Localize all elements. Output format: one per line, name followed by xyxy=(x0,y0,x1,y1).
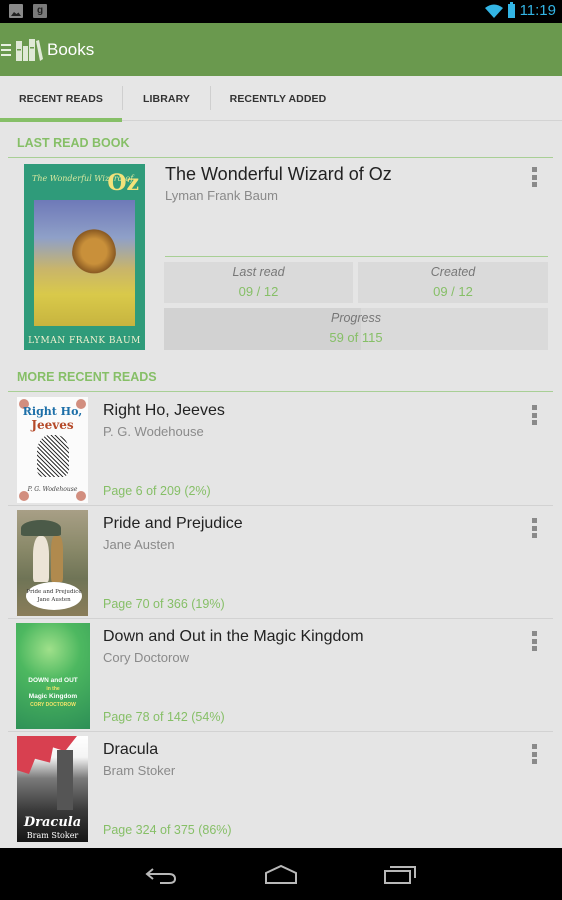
book-cover: Dracula Bram Stoker xyxy=(17,736,88,842)
cover-author: P. G. Wodehouse xyxy=(27,486,78,493)
last-read-book-title[interactable]: The Wonderful Wizard of Oz xyxy=(165,164,392,185)
recent-apps-icon[interactable] xyxy=(382,860,418,888)
book-author: Jane Austen xyxy=(103,537,175,552)
cover-title-line1: Right Ho, xyxy=(22,405,83,418)
battery-icon xyxy=(507,2,515,18)
cover-figure xyxy=(51,536,63,582)
last-read-section-header: LAST READ BOOK xyxy=(8,136,553,158)
cover-text: DOWN and OUT in the Magic Kingdom CORY D… xyxy=(18,677,88,709)
cover-title: Dracula xyxy=(23,815,82,830)
book-title: Right Ho, Jeeves xyxy=(103,402,225,419)
navigation-bar xyxy=(0,848,562,900)
cover-title-line1: DOWN and OUT xyxy=(28,677,78,684)
status-bar: g 11:19 xyxy=(0,0,562,23)
cover-title-line2: Jeeves xyxy=(31,418,74,432)
book-cover: Pride and Prejudice Jane Austen xyxy=(17,510,88,616)
cover-label: Pride and Prejudice Jane Austen xyxy=(26,582,82,610)
cover-author: Bram Stoker xyxy=(26,831,79,840)
cover-illustration xyxy=(34,200,135,326)
drawer-menu-icon[interactable] xyxy=(1,43,11,56)
cover-castle xyxy=(57,750,73,810)
recent-book-item[interactable]: Right Ho, Jeeves P. G. Wodehouse Right H… xyxy=(8,393,553,506)
action-bar: Books xyxy=(0,23,562,76)
book-progress: Page 6 of 209 (2%) xyxy=(103,484,211,498)
cover-title-line2: in the xyxy=(46,686,60,692)
recent-book-item[interactable]: DOWN and OUT in the Magic Kingdom CORY D… xyxy=(8,619,553,732)
tab-recent-reads[interactable]: RECENT READS xyxy=(0,76,122,122)
overflow-menu-icon[interactable] xyxy=(529,518,539,538)
cover-author: Jane Austen xyxy=(37,597,71,603)
app-title: Books xyxy=(47,39,95,59)
last-read-value: 09 / 12 xyxy=(238,284,279,299)
book-author: P. G. Wodehouse xyxy=(103,424,204,439)
lion-illustration xyxy=(72,228,116,280)
info-divider xyxy=(165,256,548,257)
cover-title-line3: Magic Kingdom xyxy=(28,693,78,700)
last-read-book-author: Lyman Frank Baum xyxy=(165,188,278,203)
created-value: 09 / 12 xyxy=(433,284,473,299)
books-app-logo-icon[interactable] xyxy=(15,37,43,63)
last-read-book-cover[interactable]: The Wonderful Wizard of Oz LYMAN FRANK B… xyxy=(24,164,145,350)
google-plus-icon: g xyxy=(33,4,47,18)
overflow-menu-icon[interactable] xyxy=(529,405,539,425)
tab-recently-added[interactable]: RECENTLY ADDED xyxy=(211,76,345,121)
cover-figure xyxy=(33,536,49,582)
progress-box: Progress 59 of 115 xyxy=(164,308,548,350)
last-read-label: Last read xyxy=(232,265,285,279)
recent-book-item[interactable]: Dracula Bram Stoker Dracula Bram Stoker … xyxy=(8,732,553,845)
cover-author: LYMAN FRANK BAUM xyxy=(28,336,141,346)
cover-figure xyxy=(37,435,69,477)
book-author: Bram Stoker xyxy=(103,763,176,778)
book-progress: Page 324 of 375 (86%) xyxy=(103,823,232,837)
home-icon[interactable] xyxy=(263,860,299,888)
wifi-icon xyxy=(484,4,503,18)
book-progress: Page 70 of 366 (19%) xyxy=(103,597,225,611)
cover-title: Pride and Prejudice xyxy=(26,589,82,595)
cover-title-big: Oz xyxy=(107,170,139,196)
book-progress: Page 78 of 142 (54%) xyxy=(103,710,225,724)
tab-library[interactable]: LIBRARY xyxy=(123,76,210,121)
overflow-menu-icon[interactable] xyxy=(529,631,539,651)
book-cover: DOWN and OUT in the Magic Kingdom CORY D… xyxy=(16,623,90,729)
overflow-menu-icon[interactable] xyxy=(529,167,539,187)
recent-book-item[interactable]: Pride and Prejudice Jane Austen Pride an… xyxy=(8,506,553,619)
more-recent-reads-section-header: MORE RECENT READS xyxy=(8,370,553,392)
created-label: Created xyxy=(430,265,476,279)
notification-icons: g xyxy=(9,4,47,18)
overflow-menu-icon[interactable] xyxy=(529,744,539,764)
clock: 11:19 xyxy=(519,2,556,19)
cover-author: CORY DOCTOROW xyxy=(30,702,76,708)
book-cover: Right Ho, Jeeves P. G. Wodehouse xyxy=(17,397,88,503)
book-title: Dracula xyxy=(103,741,159,758)
book-title: Down and Out in the Magic Kingdom xyxy=(103,628,364,645)
last-read-date-box: Last read 09 / 12 xyxy=(164,262,353,303)
progress-value: 59 of 115 xyxy=(329,330,383,345)
cover-umbrella xyxy=(21,520,61,536)
created-date-box: Created 09 / 12 xyxy=(358,262,548,303)
progress-label: Progress xyxy=(330,311,382,325)
book-title: Pride and Prejudice xyxy=(103,515,243,532)
book-author: Cory Doctorow xyxy=(103,650,189,665)
system-indicators: 11:19 xyxy=(484,2,556,19)
gallery-icon xyxy=(9,4,23,18)
tab-bar: RECENT READS LIBRARY RECENTLY ADDED xyxy=(0,76,562,122)
back-icon[interactable] xyxy=(143,860,179,888)
